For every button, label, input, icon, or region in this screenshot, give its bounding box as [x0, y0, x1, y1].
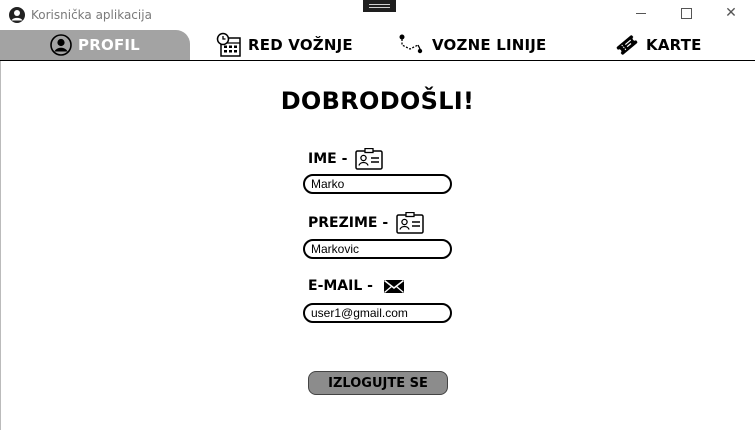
tab-label: PROFIL: [78, 36, 140, 54]
email-label: E-MAIL -: [308, 278, 405, 294]
tab-bar: PROFIL RED VOŽNJE VOZNE LINIJE KARTE: [0, 30, 755, 61]
ticket-icon: [616, 35, 638, 55]
tab-label: VOZNE LINIJE: [432, 36, 547, 54]
last-name-field[interactable]: [303, 239, 452, 259]
first-name-field[interactable]: [303, 174, 452, 194]
logout-button[interactable]: IZLOGUJTE SE: [308, 371, 448, 395]
tab-vozne-linije[interactable]: VOZNE LINIJE: [398, 30, 547, 60]
window-title: Korisnička aplikacija: [31, 8, 152, 22]
close-button[interactable]: ✕: [724, 6, 738, 20]
window-border: [0, 61, 1, 430]
id-card-icon: [355, 148, 384, 170]
first-name-label: IME -: [308, 148, 384, 170]
id-card-icon: [396, 212, 424, 234]
tab-label: KARTE: [646, 36, 702, 54]
email-field[interactable]: [303, 303, 452, 323]
tab-label: RED VOŽNJE: [248, 36, 353, 54]
last-name-label: PREZIME -: [308, 212, 424, 234]
title-bar: Korisnička aplikacija ✕: [0, 0, 755, 30]
route-icon: [399, 34, 423, 54]
envelope-icon: [383, 279, 404, 293]
minimize-button[interactable]: [634, 6, 648, 20]
label-text: E-MAIL -: [308, 278, 373, 294]
drag-handle[interactable]: [363, 0, 396, 12]
user-circle-icon: [50, 34, 72, 56]
tab-karte[interactable]: KARTE: [614, 30, 702, 60]
user-circle-icon: [9, 7, 25, 23]
label-text: IME -: [308, 151, 348, 167]
calendar-clock-icon: [216, 32, 241, 57]
page-title: DOBRODOŠLI!: [280, 87, 475, 115]
label-text: PREZIME -: [308, 215, 389, 231]
tab-red-voznje[interactable]: RED VOŽNJE: [216, 30, 353, 60]
maximize-button[interactable]: [679, 6, 693, 20]
tab-profil[interactable]: PROFIL: [0, 30, 190, 60]
